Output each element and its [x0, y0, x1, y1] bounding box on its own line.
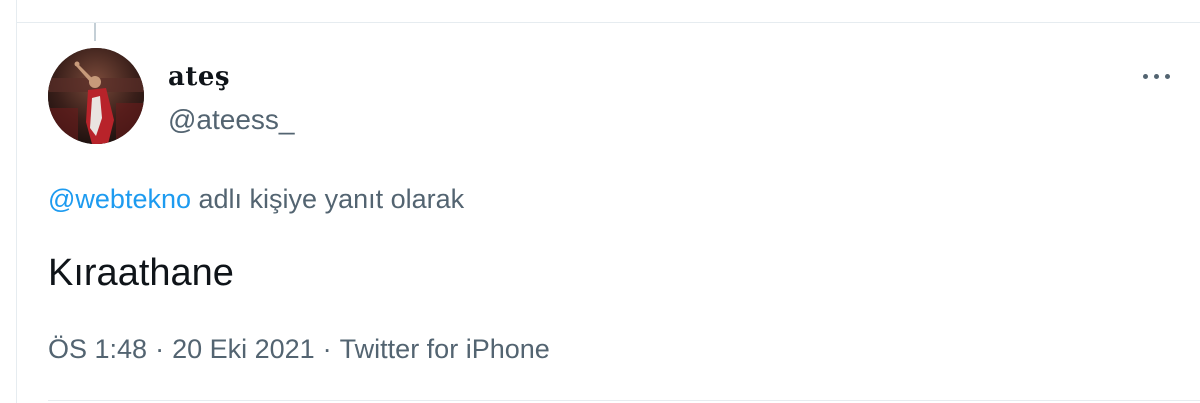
tweet-metadata: ÖS 1:48 · 20 Eki 2021 · Twitter for iPhone	[48, 332, 550, 366]
top-divider	[16, 22, 1200, 23]
tweet-date: 20 Eki 2021	[172, 334, 315, 364]
display-name[interactable]: ateş	[168, 62, 230, 92]
thread-connector-line	[94, 23, 96, 41]
reply-context: @webtekno adlı kişiye yanıt olarak	[48, 182, 464, 216]
more-horizontal-icon-dot	[1164, 73, 1170, 79]
user-handle[interactable]: @ateess_	[168, 103, 295, 137]
bottom-divider	[48, 400, 1200, 401]
separator: ·	[155, 334, 165, 364]
more-horizontal-icon-dot	[1153, 73, 1159, 79]
tweet-text: Kıraathane	[48, 252, 234, 294]
more-options-button[interactable]	[1138, 64, 1174, 88]
tweet-source-link[interactable]: Twitter for iPhone	[340, 334, 550, 364]
reply-context-label: adlı kişiye yanıt olarak	[198, 184, 465, 214]
separator: ·	[322, 334, 332, 364]
profile-photo	[48, 48, 144, 144]
tweet-time: ÖS 1:48	[48, 334, 148, 364]
more-horizontal-icon	[1142, 73, 1148, 79]
tweet-time-link[interactable]: ÖS 1:48 · 20 Eki 2021	[48, 334, 315, 364]
avatar[interactable]	[48, 48, 144, 144]
reply-mention-link[interactable]: @webtekno	[48, 184, 191, 214]
